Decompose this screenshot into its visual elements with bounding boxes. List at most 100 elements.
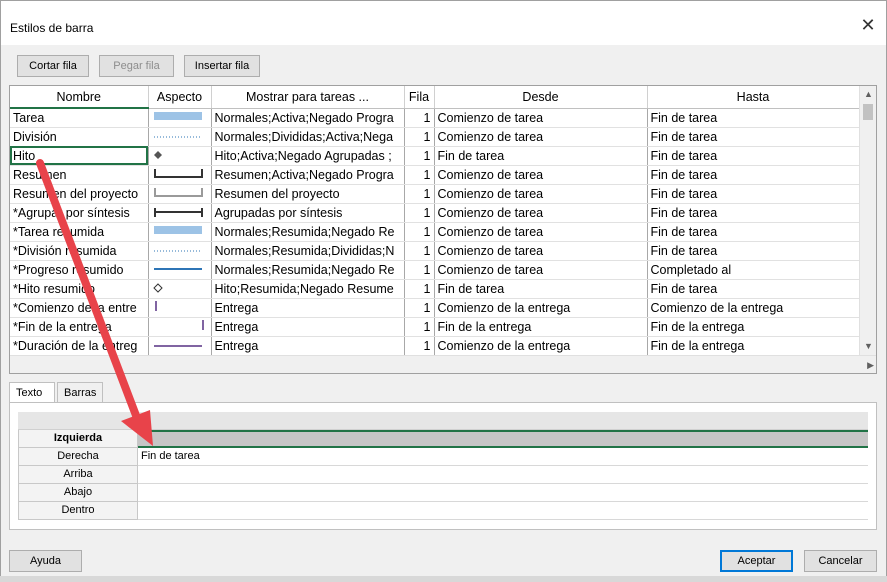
table-row[interactable]: División Normales;Divididas;Activa;Nega 1 C… <box>10 127 860 147</box>
cell-row[interactable]: 1 <box>404 127 435 147</box>
cut-row-button[interactable]: Cortar fila <box>17 55 89 77</box>
cell-row[interactable]: 1 <box>404 108 435 128</box>
cell-aspect[interactable] <box>148 184 212 204</box>
table-row[interactable]: *Hito resumido Hito;Resumida;Negado Resum… <box>10 279 860 299</box>
cell-aspect[interactable] <box>148 146 212 166</box>
text-prop-row[interactable]: Derecha Fin de tarea <box>18 448 868 466</box>
scroll-down-icon[interactable]: ▼ <box>860 338 877 355</box>
table-row[interactable]: *División resumida Normales;Resumida;Divi… <box>10 241 860 261</box>
table-row[interactable]: Resumen del proyecto Resumen del proyecto… <box>10 184 860 204</box>
table-row[interactable]: Tarea Normales;Activa;Negado Progra 1 Comie… <box>10 108 860 128</box>
cell-to[interactable]: Fin de la entrega <box>647 336 860 356</box>
scroll-right-icon[interactable]: ▶ <box>867 356 874 374</box>
cell-aspect[interactable] <box>148 279 212 299</box>
column-header[interactable]: Fila <box>404 86 435 109</box>
cell-row[interactable]: 1 <box>404 146 435 166</box>
cell-name[interactable]: División <box>10 127 149 147</box>
paste-row-button[interactable]: Pegar fila <box>99 55 174 77</box>
cell-from[interactable]: Comienzo de tarea <box>434 184 648 204</box>
cell-name[interactable]: *División resumida <box>10 241 149 261</box>
cell-to[interactable]: Fin de tarea <box>647 165 860 185</box>
cell-show-for[interactable]: Normales;Divididas;Activa;Nega <box>211 127 405 147</box>
cell-row[interactable]: 1 <box>404 203 435 223</box>
cell-name[interactable]: Resumen <box>10 165 149 185</box>
cancel-button[interactable]: Cancelar <box>804 550 877 572</box>
table-row[interactable]: Resumen Resumen;Activa;Negado Progra 1 Comi… <box>10 165 860 185</box>
cell-to[interactable]: Fin de tarea <box>647 203 860 223</box>
cell-aspect[interactable] <box>148 165 212 185</box>
table-row[interactable]: Hito Hito;Activa;Negado Agrupadas ; 1 Fin d… <box>10 146 860 166</box>
table-row[interactable]: *Progreso resumido Normales;Resumida;Nega… <box>10 260 860 280</box>
cell-name[interactable]: *Comienzo de la entre <box>10 298 149 318</box>
column-header[interactable]: Desde <box>434 86 648 109</box>
cell-to[interactable]: Fin de tarea <box>647 222 860 242</box>
cell-aspect[interactable] <box>148 108 212 128</box>
cell-aspect[interactable] <box>148 127 212 147</box>
cell-show-for[interactable]: Entrega <box>211 336 405 356</box>
cell-row[interactable]: 1 <box>404 317 435 337</box>
help-button[interactable]: Ayuda <box>9 550 82 572</box>
text-prop-row[interactable]: Dentro <box>18 502 868 520</box>
cell-from[interactable]: Comienzo de tarea <box>434 108 648 128</box>
cell-show-for[interactable]: Resumen;Activa;Negado Progra <box>211 165 405 185</box>
cell-show-for[interactable]: Normales;Activa;Negado Progra <box>211 108 405 128</box>
cell-show-for[interactable]: Normales;Resumida;Negado Re <box>211 222 405 242</box>
cell-row[interactable]: 1 <box>404 222 435 242</box>
text-prop-value[interactable]: Fin de tarea <box>138 448 868 466</box>
cell-show-for[interactable]: Normales;Resumida;Divididas;N <box>211 241 405 261</box>
cell-to[interactable]: Fin de tarea <box>647 108 860 128</box>
text-prop-row[interactable]: Abajo <box>18 484 868 502</box>
text-prop-value[interactable] <box>138 502 868 520</box>
cell-aspect[interactable] <box>148 203 212 223</box>
cell-row[interactable]: 1 <box>404 165 435 185</box>
table-row[interactable]: *Fin de la entrega Entrega 1 Fin de la entr… <box>10 317 860 337</box>
text-prop-value[interactable] <box>138 484 868 502</box>
cell-from[interactable]: Comienzo de tarea <box>434 241 648 261</box>
cell-name[interactable]: *Agrupar por síntesis <box>10 203 149 223</box>
cell-to[interactable]: Completado al <box>647 260 860 280</box>
tab-texto[interactable]: Texto <box>9 382 55 404</box>
close-icon[interactable]: ✕ <box>858 15 878 35</box>
cell-to[interactable]: Fin de tarea <box>647 241 860 261</box>
cell-aspect[interactable] <box>148 336 212 356</box>
column-header[interactable]: Mostrar para tareas ... <box>211 86 405 109</box>
cell-show-for[interactable]: Normales;Resumida;Negado Re <box>211 260 405 280</box>
cell-from[interactable]: Comienzo de tarea <box>434 127 648 147</box>
cell-name[interactable]: *Hito resumido <box>10 279 149 299</box>
cell-to[interactable]: Fin de tarea <box>647 127 860 147</box>
cell-aspect[interactable] <box>148 298 212 318</box>
cell-from[interactable]: Fin de tarea <box>434 146 648 166</box>
cell-row[interactable]: 1 <box>404 241 435 261</box>
cell-to[interactable]: Fin de la entrega <box>647 317 860 337</box>
scroll-up-icon[interactable]: ▲ <box>860 86 877 103</box>
text-edit-bar[interactable] <box>18 412 868 430</box>
cell-name[interactable]: *Fin de la entrega <box>10 317 149 337</box>
table-row[interactable]: *Comienzo de la entre Entrega 1 Comienzo de… <box>10 298 860 318</box>
table-row[interactable]: *Duración de la entreg Entrega 1 Comienzo d… <box>10 336 860 356</box>
cell-row[interactable]: 1 <box>404 184 435 204</box>
cell-from[interactable]: Comienzo de la entrega <box>434 336 648 356</box>
column-header[interactable]: Nombre <box>10 86 149 109</box>
cell-from[interactable]: Comienzo de tarea <box>434 260 648 280</box>
cell-from[interactable]: Comienzo de tarea <box>434 222 648 242</box>
cell-to[interactable]: Fin de tarea <box>647 146 860 166</box>
cell-to[interactable]: Fin de tarea <box>647 184 860 204</box>
cell-aspect[interactable] <box>148 317 212 337</box>
cell-show-for[interactable]: Agrupadas por síntesis <box>211 203 405 223</box>
insert-row-button[interactable]: Insertar fila <box>184 55 260 77</box>
cell-row[interactable]: 1 <box>404 279 435 299</box>
cell-aspect[interactable] <box>148 241 212 261</box>
cell-aspect[interactable] <box>148 260 212 280</box>
text-prop-row[interactable]: Izquierda <box>18 430 868 448</box>
cell-from[interactable]: Comienzo de la entrega <box>434 298 648 318</box>
cell-name[interactable]: Hito <box>10 146 149 166</box>
cell-show-for[interactable]: Hito;Activa;Negado Agrupadas ; <box>211 146 405 166</box>
cell-show-for[interactable]: Entrega <box>211 317 405 337</box>
grid-vertical-scrollbar[interactable]: ▲ ▼ <box>859 86 876 355</box>
cell-name[interactable]: *Progreso resumido <box>10 260 149 280</box>
cell-name[interactable]: Resumen del proyecto <box>10 184 149 204</box>
text-prop-value[interactable] <box>138 466 868 484</box>
cell-show-for[interactable]: Resumen del proyecto <box>211 184 405 204</box>
column-header[interactable]: Hasta <box>647 86 860 109</box>
ok-button[interactable]: Aceptar <box>720 550 793 572</box>
